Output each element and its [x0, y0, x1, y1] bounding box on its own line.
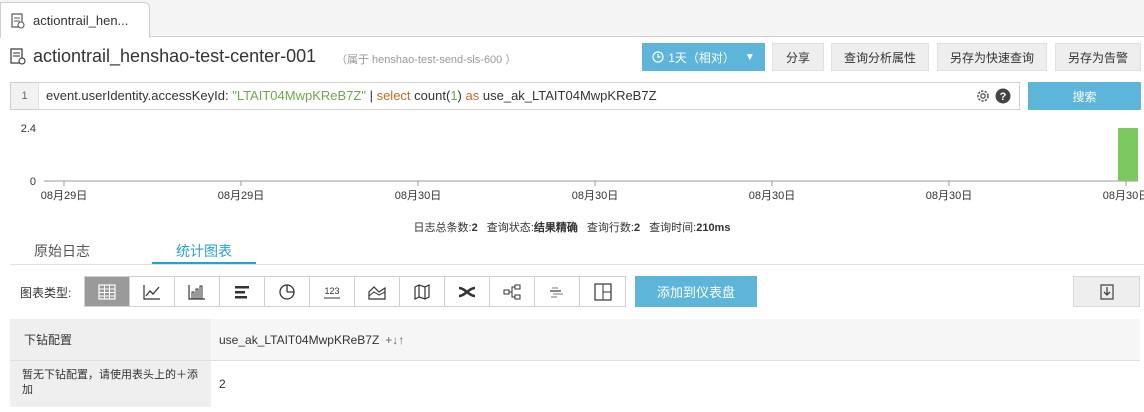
drill-config-header: 下钻配置 — [10, 319, 211, 361]
pie-chart-icon — [279, 283, 295, 300]
chart-type-line[interactable] — [130, 277, 175, 306]
query-func: count( — [414, 88, 451, 103]
chart-type-layout[interactable] — [580, 277, 625, 306]
document-icon — [11, 12, 25, 29]
result-tabs: 原始日志 统计图表 — [10, 233, 1144, 265]
tab-strip: actiontrail_hen... — [0, 0, 1144, 38]
bar-chart-icon — [188, 284, 205, 300]
save-alert-button[interactable]: 另存为告警 — [1055, 43, 1141, 71]
y-tick-label: 0 — [30, 176, 36, 188]
chart-type-number[interactable]: 123 — [310, 277, 355, 306]
chart-type-area[interactable] — [355, 277, 400, 306]
query-field: event.userIdentity.accessKeyId: — [46, 88, 229, 103]
chart-type-table[interactable] — [85, 277, 130, 306]
layout-icon — [593, 282, 612, 301]
column-header[interactable]: use_ak_LTAIT04MwpKReB7Z +↓↑ — [211, 319, 1140, 361]
query-properties-button[interactable]: 查询分析属性 — [831, 43, 929, 71]
x-tick-label: 08月30日 — [926, 190, 972, 202]
active-tab-indicator — [152, 262, 256, 264]
chart-type-map[interactable] — [400, 277, 445, 306]
chart-type-wordcloud[interactable] — [535, 277, 580, 306]
project-subtitle: （属于 henshao-test-send-sls-600 ） — [336, 54, 517, 66]
query-as: as — [465, 88, 480, 103]
wordcloud-icon — [550, 287, 563, 297]
page-title: actiontrail_henshao-test-center-001 — [33, 46, 317, 66]
y-tick-label: 2.4 — [21, 123, 36, 135]
number-icon-text: 123 — [324, 286, 339, 296]
help-icon[interactable]: ? — [995, 88, 1011, 104]
save-quick-query-button[interactable]: 另存为快速查询 — [937, 43, 1047, 71]
x-tick-label: 08月29日 — [41, 190, 87, 202]
x-tick-label: 08月30日 — [572, 190, 618, 202]
x-tick-label: 08月30日 — [395, 190, 441, 202]
svg-text:?: ? — [1000, 91, 1007, 103]
flow-chart-icon — [458, 286, 476, 297]
column-title: use_ak_LTAIT04MwpKReB7Z — [219, 332, 380, 347]
chart-type-horizontal-bar[interactable] — [220, 277, 265, 306]
x-tick-label: 08月30日 — [1103, 190, 1144, 202]
chart-type-pie[interactable] — [265, 277, 310, 306]
tab-label: actiontrail_hen... — [33, 13, 129, 28]
tab-chart[interactable]: 统计图表 — [176, 241, 232, 261]
number-icon: 123 — [324, 286, 340, 298]
query-select: select — [376, 88, 411, 103]
chart-type-label: 图表类型: — [20, 286, 72, 300]
caret-down-icon: ▼ — [744, 51, 755, 63]
x-tick-label: 08月29日 — [218, 190, 264, 202]
table-cell: 2 — [211, 361, 1140, 407]
line-chart-icon — [143, 284, 160, 300]
download-icon — [1099, 283, 1114, 300]
time-range-label: 1天（相对） — [668, 50, 735, 65]
log-histogram[interactable]: 2.4 0 08月29日 08月29日 08月30日 08月30日 08月30日 08月30日… — [0, 118, 1144, 213]
query-text[interactable]: event.userIdentity.accessKeyId: "LTAIT04… — [46, 88, 657, 103]
tab-raw-logs[interactable]: 原始日志 — [34, 241, 90, 261]
query-close: ) — [457, 88, 462, 103]
chart-type-flow[interactable] — [445, 277, 490, 306]
x-tick-label: 08月30日 — [749, 190, 795, 202]
add-sort-icon[interactable]: +↓↑ — [385, 333, 404, 347]
gear-icon[interactable] — [975, 88, 991, 104]
line-number: 1 — [11, 83, 39, 109]
query-arg: 1 — [450, 88, 458, 103]
download-button[interactable] — [1073, 276, 1140, 307]
table-icon — [98, 283, 116, 300]
horizontal-bar-icon — [235, 285, 249, 298]
share-button[interactable]: 分享 — [772, 43, 824, 71]
query-value: "LTAIT04MwpKReB7Z" — [232, 88, 366, 103]
query-pipe: | — [369, 88, 373, 103]
chart-type-toolbar: 123 — [84, 276, 626, 307]
tab-logstore[interactable]: actiontrail_hen... — [0, 2, 150, 38]
search-button[interactable]: 搜索 — [1028, 82, 1141, 110]
chart-type-tree[interactable] — [490, 277, 535, 306]
chart-type-bar[interactable] — [175, 277, 220, 306]
time-range-button[interactable]: 1天（相对） ▼ — [642, 43, 765, 71]
map-icon — [414, 283, 430, 300]
query-input[interactable]: 1 event.userIdentity.accessKeyId: "LTAIT… — [10, 82, 1020, 110]
add-to-dashboard-button[interactable]: 添加到仪表盘 — [635, 276, 757, 307]
logstore-icon — [10, 48, 26, 65]
area-chart-icon — [368, 285, 386, 300]
histogram-bar[interactable] — [1118, 128, 1138, 181]
drill-config-empty: 暂无下钻配置，请使用表头上的＋添加 — [10, 361, 211, 407]
tree-icon — [503, 284, 521, 299]
query-alias: use_ak_LTAIT04MwpKReB7Z — [482, 88, 657, 103]
clock-icon — [652, 51, 664, 63]
